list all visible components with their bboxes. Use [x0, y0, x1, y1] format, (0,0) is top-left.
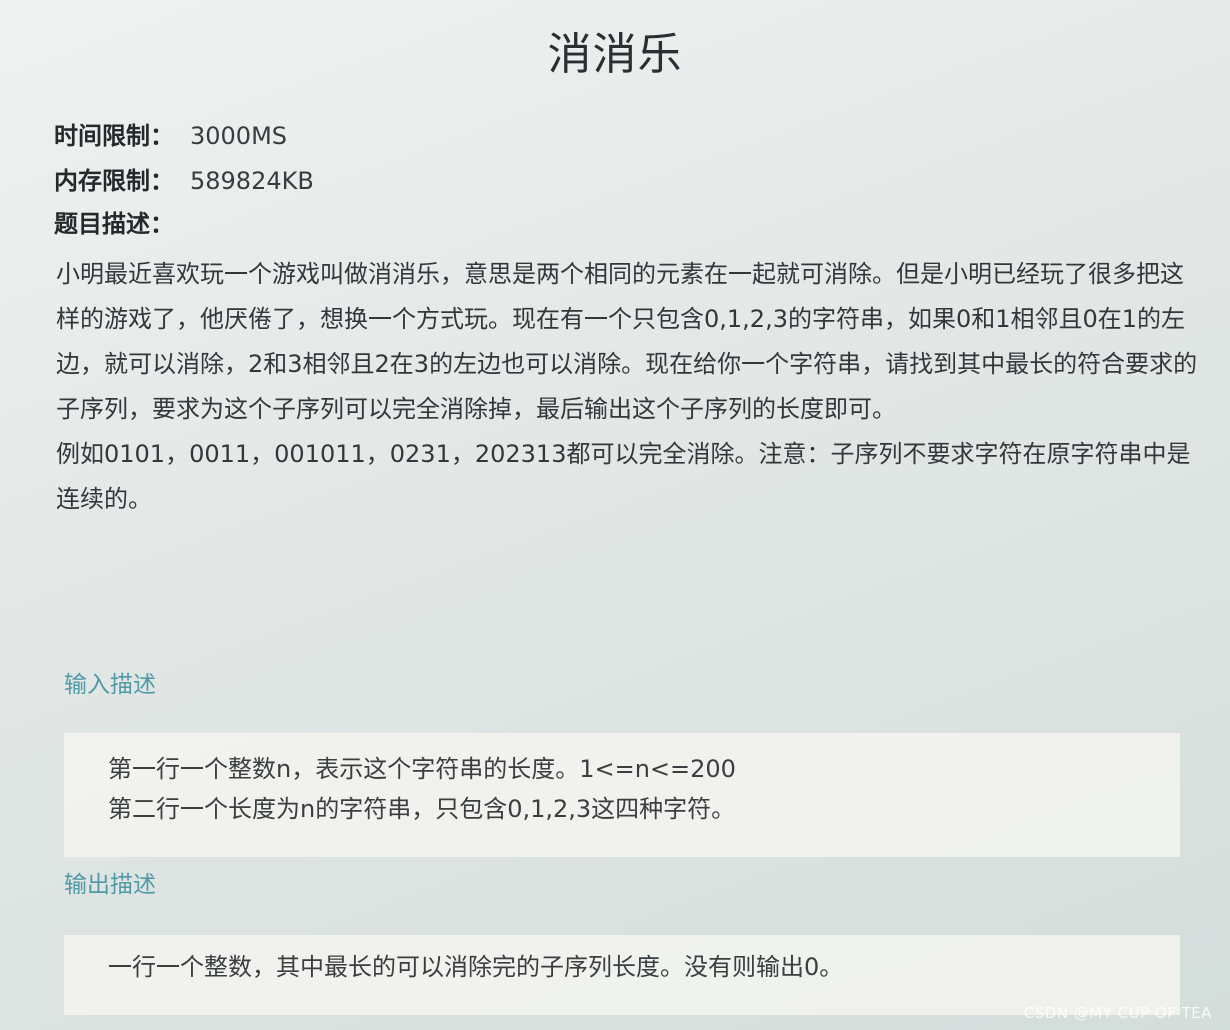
input-line: 第二行一个长度为n的字符串，只包含0,1,2,3这四种字符。 — [108, 795, 736, 823]
time-limit-label: 时间限制： — [54, 122, 174, 150]
output-description-heading: 输出描述 — [64, 872, 156, 898]
time-limit-row: 时间限制： 3000MS — [54, 120, 287, 152]
input-description-box: 第一行一个整数n，表示这个字符串的长度。1<=n<=200 第二行一个长度为n的… — [64, 733, 1180, 857]
output-description-box: 一行一个整数，其中最长的可以消除完的子序列长度。没有则输出0。 — [64, 935, 1180, 1015]
memory-limit-row: 内存限制： 589824KB — [54, 165, 314, 197]
input-line: 第一行一个整数n，表示这个字符串的长度。1<=n<=200 — [108, 755, 736, 783]
time-limit-value: 3000MS — [190, 122, 288, 150]
memory-limit-value: 589824KB — [190, 167, 314, 195]
output-line: 一行一个整数，其中最长的可以消除完的子序列长度。没有则输出0。 — [108, 953, 844, 981]
memory-limit-label: 内存限制： — [54, 167, 174, 195]
csdn-watermark: CSDN @MY CUP OF TEA — [1023, 1004, 1212, 1022]
description-body: 小明最近喜欢玩一个游戏叫做消消乐，意思是两个相同的元素在一起就可消除。但是小明已… — [56, 252, 1206, 522]
description-paragraph: 例如0101，0011，001011，0231，202313都可以完全消除。注意… — [56, 440, 1191, 513]
page-title: 消消乐 — [547, 29, 683, 80]
input-description-heading: 输入描述 — [64, 672, 156, 698]
description-paragraph: 小明最近喜欢玩一个游戏叫做消消乐，意思是两个相同的元素在一起就可消除。但是小明已… — [56, 260, 1198, 423]
description-heading: 题目描述： — [54, 210, 174, 238]
